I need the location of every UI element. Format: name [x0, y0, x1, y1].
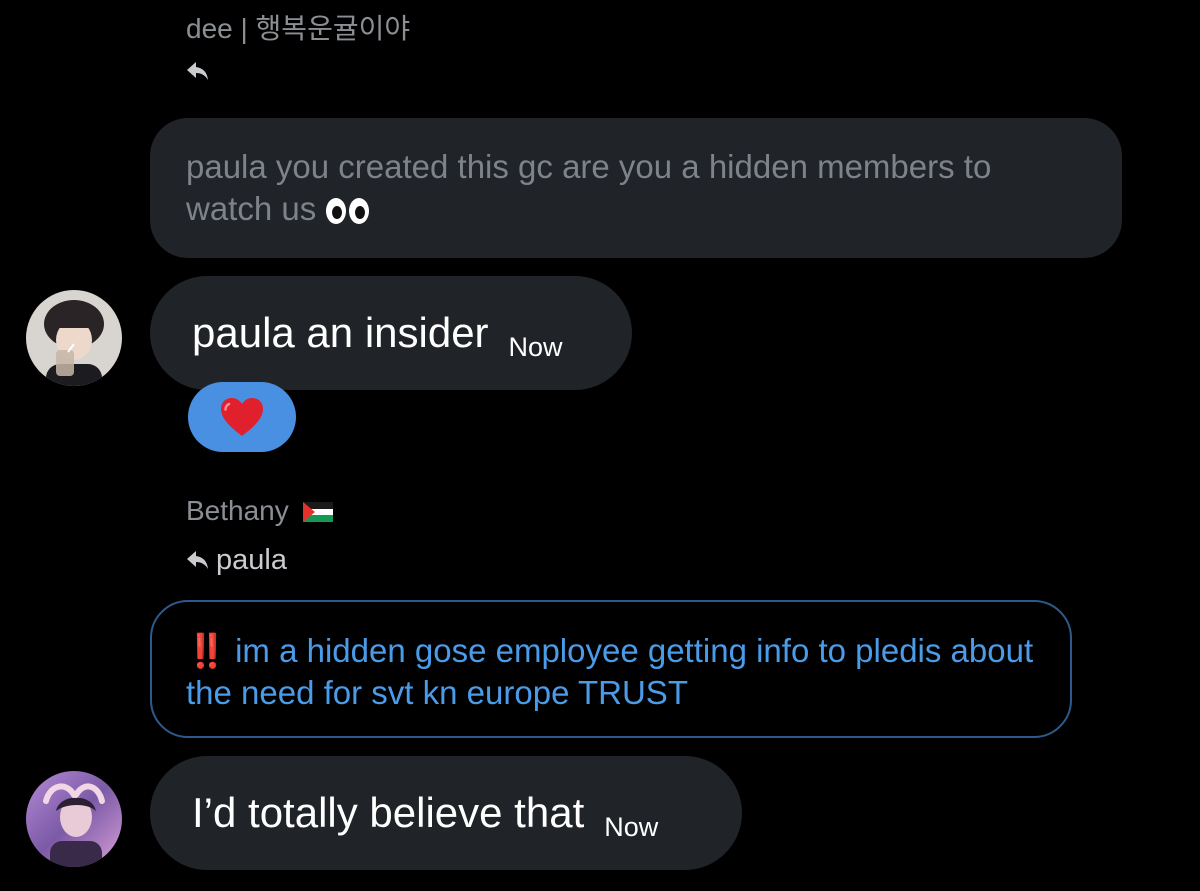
- quote-sender-name: Bethany: [186, 494, 333, 530]
- dm-conversation: dee | 행복운귤이야 paula you created this gc a…: [0, 0, 1200, 891]
- double-exclamation-icon: ‼️: [186, 632, 228, 669]
- reply-to-label: paula: [216, 544, 287, 576]
- quoted-message-text: im a hidden gose employee getting info t…: [186, 632, 1034, 711]
- palestine-flag-icon: [302, 496, 333, 530]
- message-timestamp: Now: [604, 811, 659, 842]
- quoted-message-bubble[interactable]: ‼️ im a hidden gose employee getting info…: [150, 600, 1072, 738]
- heart-icon: [221, 398, 263, 436]
- reaction-badge[interactable]: [188, 382, 296, 452]
- reply-arrow-icon: [186, 60, 210, 82]
- message-bubble[interactable]: I’d totally believe that Now: [150, 756, 742, 870]
- message-bubble[interactable]: paula an insider Now: [150, 276, 632, 390]
- sender-label: Bethany: [186, 495, 289, 526]
- quoted-message-text: paula you created this gc are you a hidd…: [186, 148, 992, 227]
- message-text: paula an insider: [192, 309, 489, 356]
- message-text: I’d totally believe that: [192, 789, 585, 836]
- avatar[interactable]: [26, 771, 122, 867]
- avatar[interactable]: [26, 290, 122, 386]
- eyes-emoji-icon: [326, 198, 370, 224]
- reply-arrow-icon: [186, 549, 210, 571]
- message-timestamp: Now: [508, 331, 563, 362]
- quote-sender-name: dee | 행복운귤이야: [186, 12, 410, 46]
- sender-label: dee | 행복운귤이야: [186, 13, 411, 44]
- reply-indicator: [186, 60, 218, 82]
- quoted-message-bubble[interactable]: paula you created this gc are you a hidd…: [150, 118, 1122, 258]
- reply-indicator: paula: [186, 543, 287, 577]
- user-photo-icon: [26, 290, 122, 386]
- user-photo-icon: [26, 771, 122, 867]
